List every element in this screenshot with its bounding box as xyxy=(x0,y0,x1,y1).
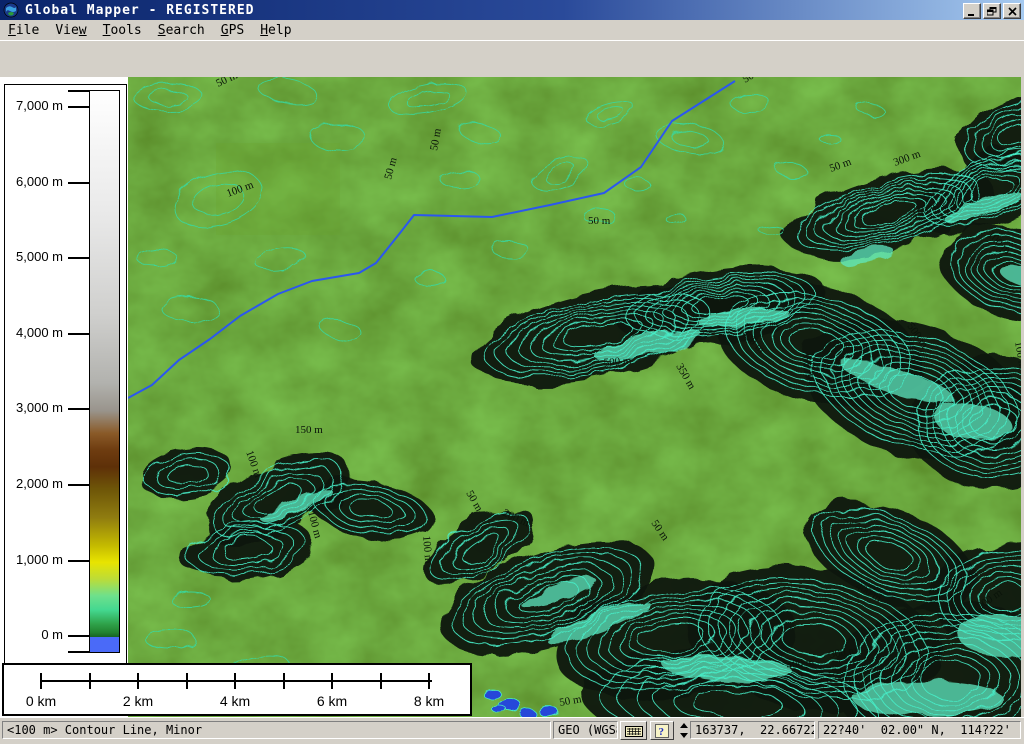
scale-label: 8 km xyxy=(399,693,459,709)
contour-label: 100 m xyxy=(803,351,817,380)
menu-item-search[interactable]: Search xyxy=(150,22,213,39)
spinner-down-icon xyxy=(680,733,688,738)
toolbar: Global Shader 3D xyxy=(0,40,1024,78)
minimize-button[interactable] xyxy=(963,3,981,19)
svg-text:?: ? xyxy=(659,726,665,738)
legend-tick-label: 5,000 m xyxy=(5,249,63,264)
menu-item-help[interactable]: Help xyxy=(252,22,299,39)
status-spinner[interactable] xyxy=(678,721,689,740)
scale-label: 6 km xyxy=(302,693,362,709)
map-view[interactable]: 50 m100 m50 m50 m50 m50 m50 m300 m400 m1… xyxy=(128,77,1024,717)
scale-tick xyxy=(40,673,42,689)
scale-tick xyxy=(283,673,285,689)
map-canvas: 50 m100 m50 m50 m50 m50 m50 m300 m400 m1… xyxy=(0,77,1024,717)
contour-label: 50 m xyxy=(588,215,611,227)
scale-bar: 0 km 2 km 4 km 6 km 8 km xyxy=(2,663,472,716)
scale-label: 2 km xyxy=(108,693,168,709)
contour-label: 100 m xyxy=(420,535,434,564)
legend-tick xyxy=(68,106,89,108)
status-coords-native: 163737, 22.66722137 ) xyxy=(690,721,815,739)
legend-tick xyxy=(68,182,89,184)
help-icon: ? xyxy=(655,724,669,738)
scale-tick xyxy=(331,673,333,689)
scale-tick xyxy=(186,673,188,689)
legend-tick xyxy=(68,484,89,486)
scale-bar-line xyxy=(40,680,432,682)
elevation-gradient-bar xyxy=(89,90,120,653)
keyboard-button[interactable] xyxy=(620,721,647,740)
contour-label: 150 m xyxy=(295,424,323,436)
menu-item-gps[interactable]: GPS xyxy=(213,22,252,39)
legend-tick-label: 0 m xyxy=(5,627,63,642)
legend-tick xyxy=(68,257,89,259)
minimize-icon xyxy=(967,7,977,16)
spinner-up-icon xyxy=(680,723,688,728)
legend-tick-label: 6,000 m xyxy=(5,174,63,189)
menu-item-tools[interactable]: Tools xyxy=(95,22,150,39)
scale-tick xyxy=(428,673,430,689)
scale-tick xyxy=(380,673,382,689)
legend-tick xyxy=(68,333,89,335)
restore-button[interactable] xyxy=(983,3,1001,19)
window-title: Global Mapper - REGISTERED xyxy=(25,3,255,18)
scale-tick xyxy=(234,673,236,689)
elevation-legend: 7,000 m 6,000 m 5,000 m 4,000 m 3,000 m 2,000… xyxy=(4,84,127,665)
keyboard-icon xyxy=(625,725,643,737)
legend-tick-label: 4,000 m xyxy=(5,325,63,340)
legend-tick-label: 7,000 m xyxy=(5,98,63,113)
status-feature-info: <100 m> Contour Line, Minor xyxy=(2,721,551,739)
elevation-water-band xyxy=(90,637,119,652)
legend-tick xyxy=(68,408,89,410)
legend-end-tick xyxy=(68,651,89,653)
close-icon xyxy=(1008,7,1017,16)
scale-label: 4 km xyxy=(205,693,265,709)
legend-tick-label: 2,000 m xyxy=(5,476,63,491)
window-titlebar: Global Mapper - REGISTERED xyxy=(0,0,1024,20)
legend-end-tick xyxy=(68,90,89,92)
scale-label: 0 km xyxy=(11,693,71,709)
menu-item-view[interactable]: View xyxy=(47,22,94,39)
close-button[interactable] xyxy=(1003,3,1021,19)
restore-icon xyxy=(987,7,997,16)
contour-label: 500 m xyxy=(603,355,632,369)
help-button[interactable]: ? xyxy=(650,721,674,740)
legend-tick xyxy=(68,635,89,637)
status-projection: GEO (WGS8 xyxy=(553,721,618,739)
scale-tick xyxy=(137,673,139,689)
status-coords-dms: 22?40' 02.00" N, 114?22' 17.89" E xyxy=(818,721,1021,739)
menu-bar: FileViewToolsSearchGPSHelp xyxy=(0,20,1024,40)
legend-tick-label: 1,000 m xyxy=(5,552,63,567)
legend-tick-label: 3,000 m xyxy=(5,400,63,415)
menu-item-file[interactable]: File xyxy=(0,22,47,39)
scale-tick xyxy=(89,673,91,689)
app-icon[interactable] xyxy=(3,2,19,18)
legend-tick xyxy=(68,560,89,562)
global-mapper-window: Global Mapper - REGISTERED FileViewTools… xyxy=(0,0,1024,744)
status-bar: <100 m> Contour Line, Minor GEO (WGS8 ? … xyxy=(0,717,1024,744)
